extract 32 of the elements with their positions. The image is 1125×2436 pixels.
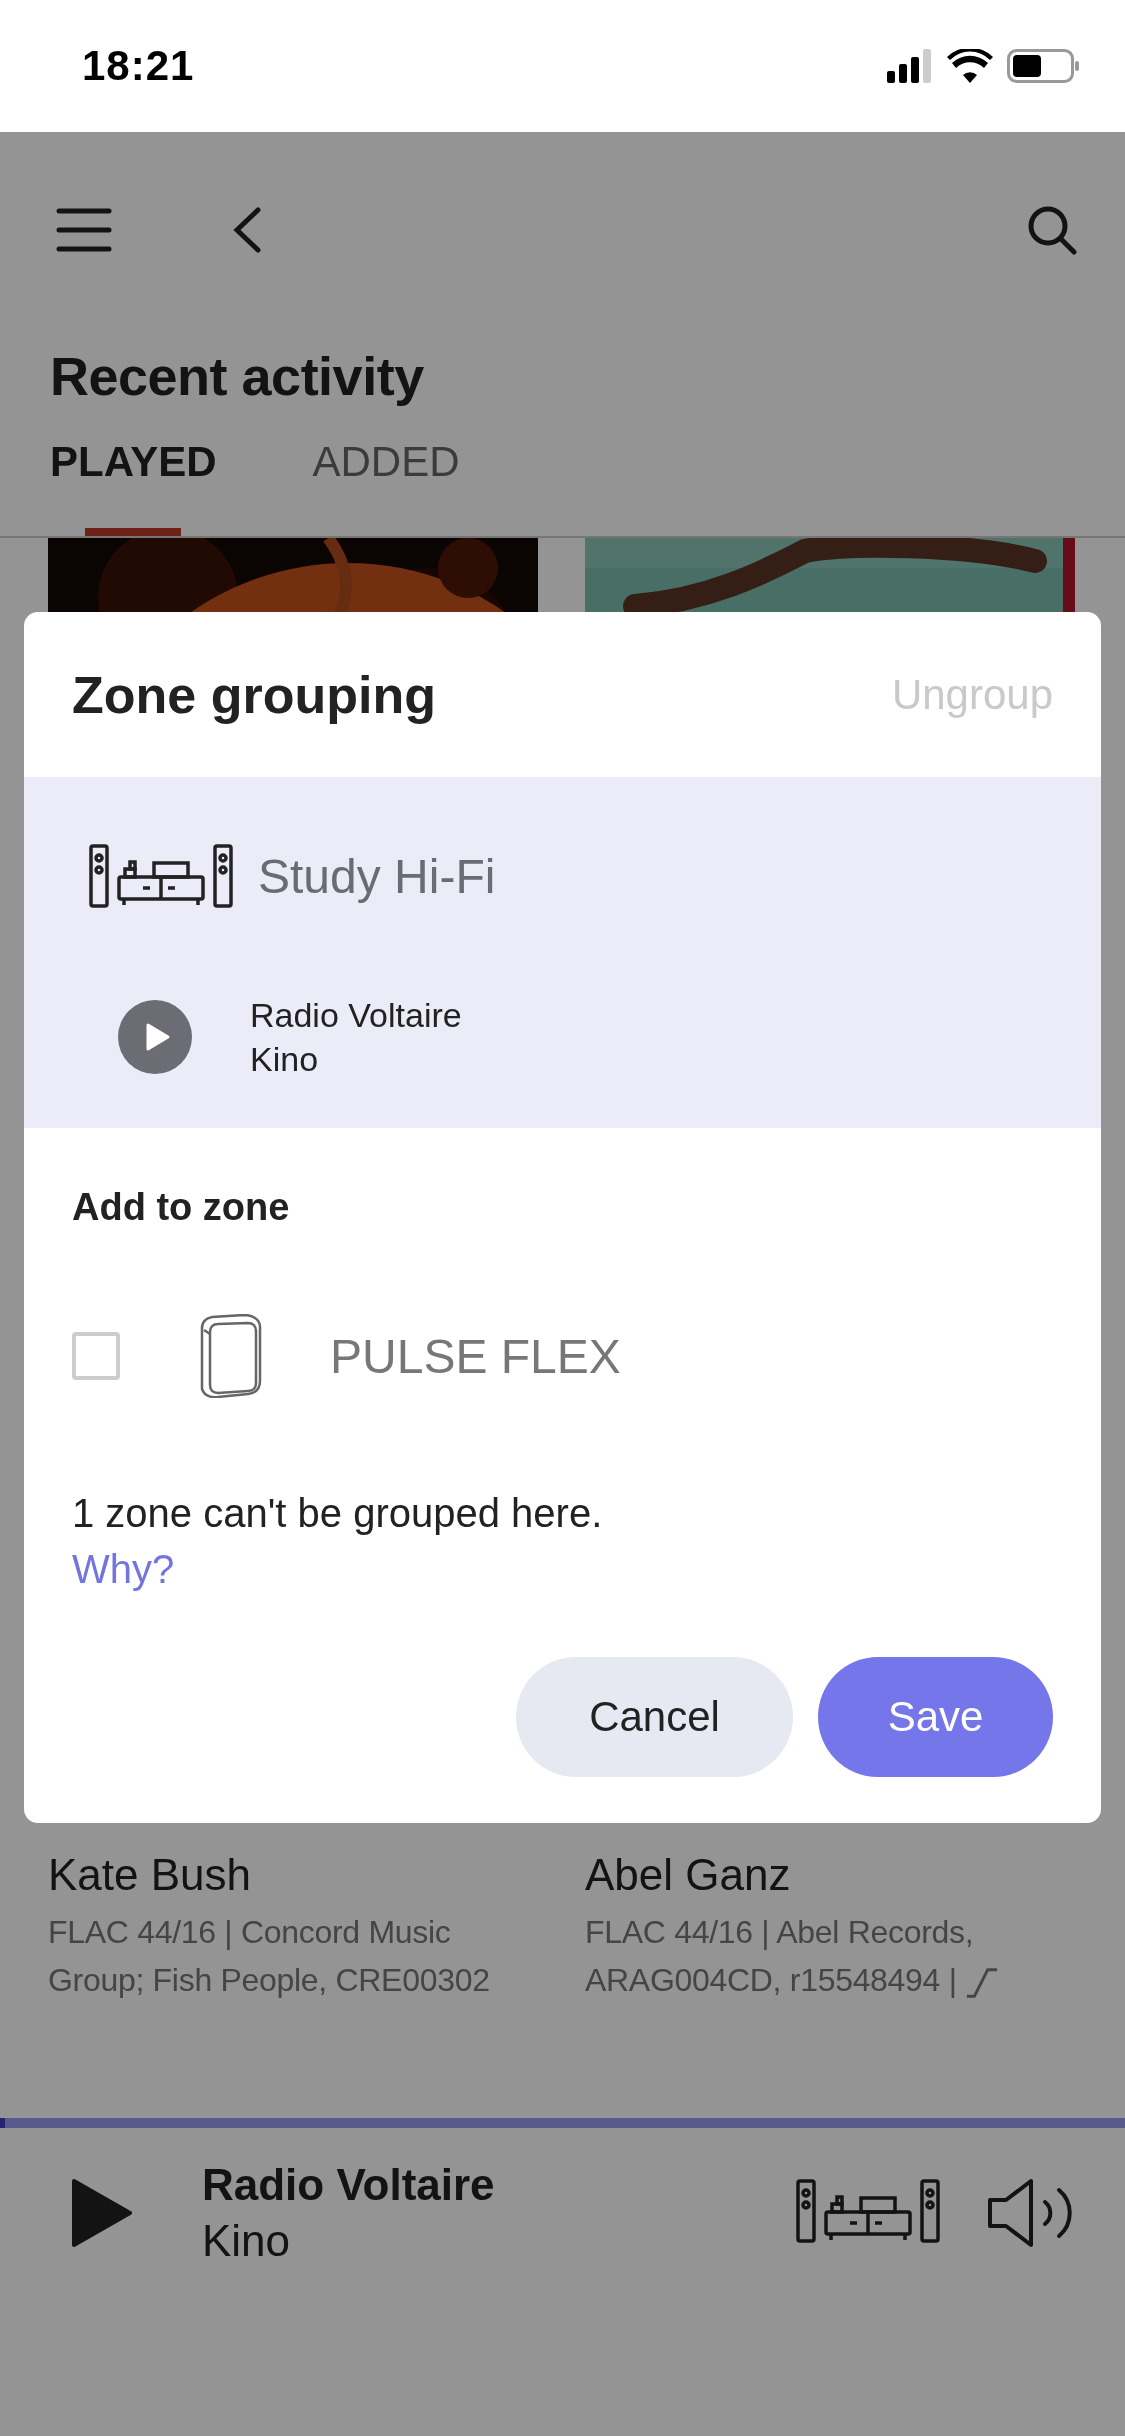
signal-icon [887,49,933,83]
zone-name: Study Hi-Fi [258,848,496,904]
album-artist[interactable]: Abel Ganz [585,1850,1075,1900]
cancel-button[interactable]: Cancel [516,1657,793,1777]
dialog-title: Zone grouping [72,664,436,725]
checkbox[interactable] [72,1332,120,1380]
section-heading: Add to zone [72,1186,291,1229]
page-title: Recent activity [49,345,425,408]
station-name: Kino [250,1039,320,1080]
hifi-system-icon [795,2178,941,2244]
play-icon[interactable] [70,2177,132,2249]
album-details: FLAC 44/16 | Abel Records, ARAG004CD, r15548494 | [585,1914,974,1998]
battery-icon [1007,49,1079,83]
play-icon[interactable] [118,1000,192,1074]
tab[interactable]: PLAYED [50,424,217,536]
menu-icon[interactable] [56,207,112,253]
save-button[interactable]: Save [818,1657,1053,1777]
now-playing-title: Radio Voltaire [202,2160,496,2210]
back-icon[interactable] [232,207,262,253]
clock: 18:21 [82,42,195,90]
hifi-system-icon [88,843,234,909]
tab[interactable]: ADDED [312,424,460,536]
zone-option-name[interactable]: PULSE FLEX [330,1328,621,1384]
why-link[interactable]: Why? [72,1541,175,1597]
track-title: Radio Voltaire [250,995,462,1036]
grouping-note: 1 zone can't be grouped here. [72,1491,603,1535]
now-playing-subtitle: Kino [202,2216,292,2266]
album-details: FLAC 44/16 | Concord Music Group; Fish People, CRE00302 [48,1914,490,1998]
search-icon[interactable] [1027,205,1077,255]
wifi-icon [947,49,993,83]
album-artist[interactable]: Kate Bush [48,1850,538,1900]
speaker-icon [198,1314,264,1398]
